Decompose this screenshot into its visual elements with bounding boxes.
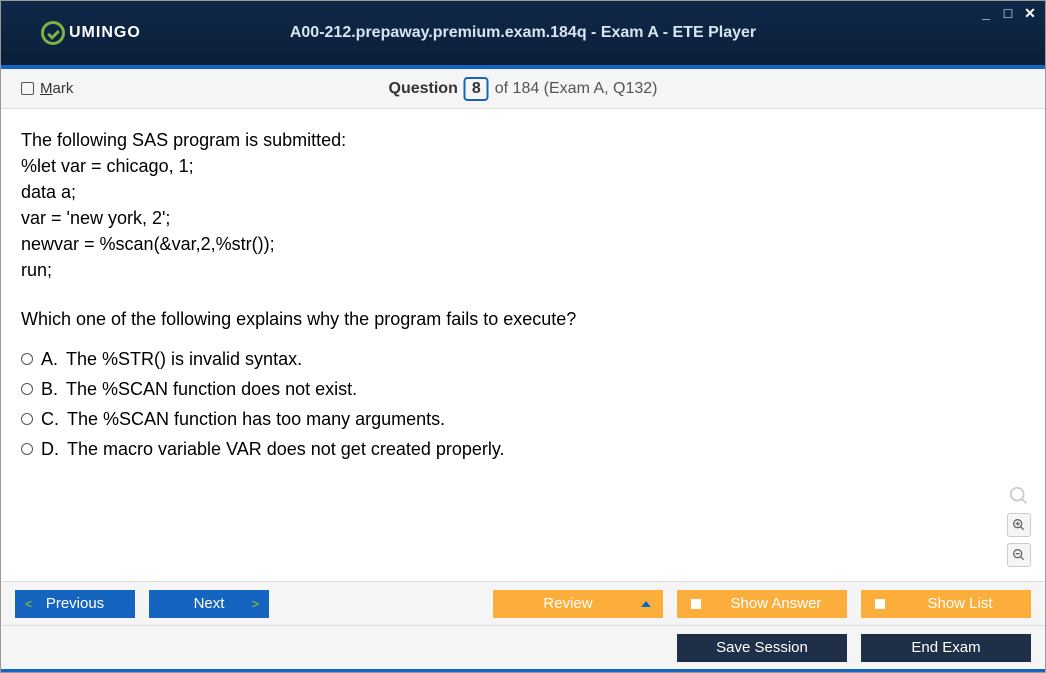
window-controls: _ □ ✕ <box>979 5 1037 22</box>
window-title: A00-212.prepaway.premium.exam.184q - Exa… <box>290 24 756 42</box>
stop-icon <box>691 599 701 609</box>
close-button[interactable]: ✕ <box>1023 5 1037 22</box>
radio-icon <box>21 443 33 455</box>
radio-icon <box>21 383 33 395</box>
question-label: Question <box>389 80 458 98</box>
maximize-button[interactable]: □ <box>1001 5 1015 22</box>
code-line: %let var = chicago, 1; <box>21 153 1025 179</box>
option-text: The %SCAN function has too many argument… <box>67 406 445 432</box>
option-letter: A. <box>41 346 58 372</box>
separator <box>1 669 1045 672</box>
button-label: Show Answer <box>715 595 847 612</box>
navigation-bar: < Previous Next > Review Show Answer Sho… <box>1 581 1045 625</box>
button-label: Show List <box>899 595 1031 612</box>
question-content: The following SAS program is submitted: … <box>1 109 1045 581</box>
chevron-left-icon: < <box>25 597 32 611</box>
question-number[interactable]: 8 <box>464 77 489 101</box>
app-window: UMINGO A00-212.prepaway.premium.exam.184… <box>0 0 1046 673</box>
button-label: Next <box>194 595 225 612</box>
session-bar: Save Session End Exam <box>1 625 1045 669</box>
question-header: Mark Question 8 of 184 (Exam A, Q132) <box>1 69 1045 109</box>
code-line: var = 'new york, 2'; <box>21 205 1025 231</box>
mark-toggle[interactable]: Mark <box>21 80 73 97</box>
next-button[interactable]: Next > <box>149 590 269 618</box>
radio-icon <box>21 413 33 425</box>
show-answer-button[interactable]: Show Answer <box>677 590 847 618</box>
minimize-button[interactable]: _ <box>979 5 993 22</box>
previous-button[interactable]: < Previous <box>15 590 135 618</box>
show-list-button[interactable]: Show List <box>861 590 1031 618</box>
titlebar: UMINGO A00-212.prepaway.premium.exam.184… <box>1 1 1045 65</box>
answer-options: A. The %STR() is invalid syntax. B. The … <box>21 346 1025 462</box>
end-exam-button[interactable]: End Exam <box>861 634 1031 662</box>
save-session-button[interactable]: Save Session <box>677 634 847 662</box>
mark-label: Mark <box>40 80 73 97</box>
review-button[interactable]: Review <box>493 590 663 618</box>
option-letter: D. <box>41 436 59 462</box>
logo-check-icon <box>41 21 65 45</box>
option-text: The macro variable VAR does not get crea… <box>67 436 505 462</box>
question-prompt: Which one of the following explains why … <box>21 306 1025 332</box>
chevron-right-icon: > <box>252 597 259 611</box>
code-line: newvar = %scan(&var,2,%str()); <box>21 231 1025 257</box>
zoom-controls <box>1007 485 1031 567</box>
app-logo: UMINGO <box>41 21 141 45</box>
question-total: of 184 (Exam A, Q132) <box>495 80 658 98</box>
question-intro: The following SAS program is submitted: <box>21 127 1025 153</box>
option-c[interactable]: C. The %SCAN function has too many argum… <box>21 406 1025 432</box>
button-label: Previous <box>46 595 104 612</box>
mark-checkbox-icon <box>21 82 34 95</box>
code-line: data a; <box>21 179 1025 205</box>
option-text: The %STR() is invalid syntax. <box>66 346 302 372</box>
stop-icon <box>875 599 885 609</box>
option-text: The %SCAN function does not exist. <box>66 376 357 402</box>
option-letter: B. <box>41 376 58 402</box>
option-b[interactable]: B. The %SCAN function does not exist. <box>21 376 1025 402</box>
question-text: The following SAS program is submitted: … <box>21 127 1025 284</box>
question-position: Question 8 of 184 (Exam A, Q132) <box>389 77 658 101</box>
triangle-up-icon <box>641 601 651 607</box>
option-letter: C. <box>41 406 59 432</box>
button-label: End Exam <box>911 639 980 656</box>
zoom-in-button[interactable] <box>1007 513 1031 537</box>
search-icon[interactable] <box>1008 485 1030 507</box>
logo-text: UMINGO <box>69 24 141 42</box>
zoom-out-button[interactable] <box>1007 543 1031 567</box>
radio-icon <box>21 353 33 365</box>
button-label: Review <box>543 595 592 612</box>
button-label: Save Session <box>716 639 808 656</box>
option-d[interactable]: D. The macro variable VAR does not get c… <box>21 436 1025 462</box>
code-line: run; <box>21 257 1025 283</box>
option-a[interactable]: A. The %STR() is invalid syntax. <box>21 346 1025 372</box>
